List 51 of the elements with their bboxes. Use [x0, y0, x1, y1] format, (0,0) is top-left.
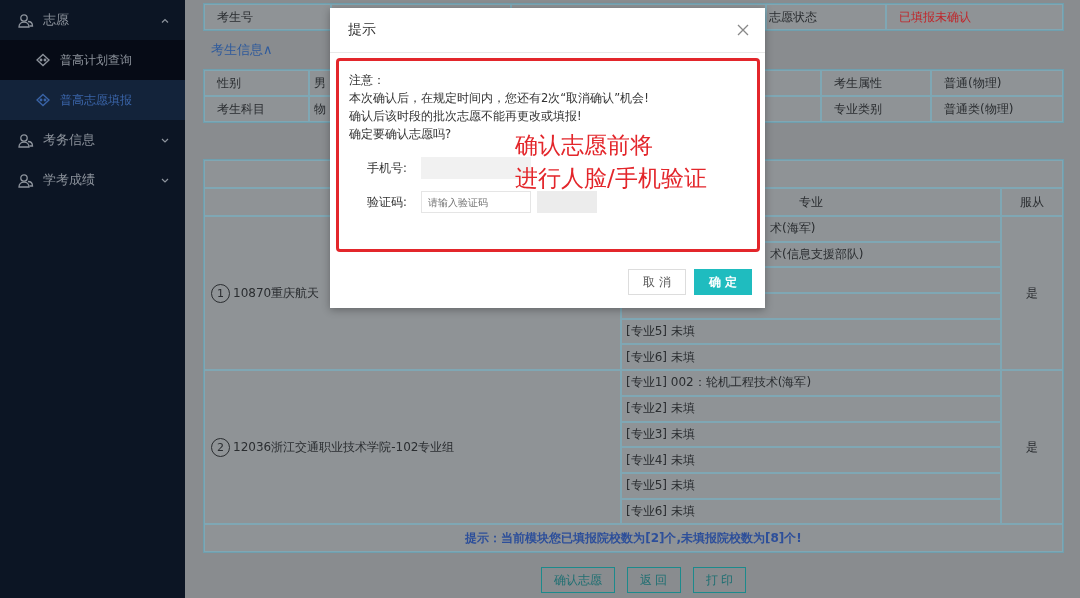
- sidebar-subitem[interactable]: 普高志愿填报: [0, 80, 185, 120]
- user-icon: [18, 12, 34, 28]
- table-cell: [专业3] 未填: [621, 421, 1001, 448]
- table-cell: 考生属性: [821, 70, 931, 96]
- table-cell: 普通类(物理): [931, 96, 1063, 122]
- field-label: 验证码:: [367, 194, 408, 210]
- table-cell: 已填报未确认: [886, 4, 1063, 30]
- school-name: 10870重庆航天: [233, 284, 320, 302]
- table-cell: 志愿状态: [766, 4, 886, 30]
- captcha-field[interactable]: 请输入验证码: [421, 191, 531, 213]
- chevron-up-icon: [161, 17, 169, 23]
- table-cell: [专业5] 未填: [621, 318, 1001, 345]
- table-cell: [专业5] 未填: [621, 472, 1001, 499]
- close-button[interactable]: [737, 24, 749, 36]
- action-button[interactable]: 返 回: [626, 567, 681, 594]
- face-icon: [36, 53, 50, 67]
- table-cell: [专业2] 未填: [621, 395, 1001, 422]
- confirm-button[interactable]: 确 定: [693, 269, 752, 295]
- sidebar-item[interactable]: 志愿: [0, 0, 185, 40]
- table-cell: 是: [1001, 216, 1063, 371]
- sidebar-item[interactable]: 考务信息: [0, 120, 185, 160]
- table-cell: 专业类别: [821, 96, 931, 122]
- user-icon: [18, 132, 34, 148]
- action-button[interactable]: 打 印: [692, 567, 747, 594]
- table-cell: [专业4] 未填: [621, 447, 1001, 473]
- cancel-button[interactable]: 取 消: [628, 269, 686, 295]
- face-icon: [36, 93, 50, 107]
- message-text: 确定要确认志愿吗?: [349, 126, 452, 143]
- user-icon: [18, 172, 34, 188]
- close-icon: [737, 24, 749, 36]
- annotation-text: 确认志愿前将: [515, 131, 654, 160]
- table-cell: 是: [1001, 370, 1063, 525]
- sidebar-item[interactable]: 学考成绩: [0, 160, 185, 200]
- table-cell: 考生号: [204, 4, 331, 30]
- table-cell: 考生科目: [204, 96, 309, 122]
- table-cell: 普通(物理): [931, 70, 1063, 96]
- info-toggle-link[interactable]: 考生信息∧: [211, 41, 273, 59]
- chevron-down-icon: [161, 177, 169, 183]
- chevron-down-icon: [161, 137, 169, 143]
- sidebar-subitem[interactable]: 普高计划查询: [0, 40, 185, 80]
- dialog-title: 提示: [348, 21, 376, 39]
- hint-text: 提示：当前模块您已填报院校数为[2]个,未填报院校数为[8]个!: [204, 524, 1063, 553]
- table-cell: [专业6] 未填: [621, 344, 1001, 371]
- table-header: 服从: [1001, 188, 1063, 216]
- table-cell: 性别: [204, 70, 309, 96]
- school-name: 12036浙江交通职业技术学院-102专业组: [233, 438, 455, 456]
- table-cell: [专业6] 未填: [621, 498, 1001, 525]
- field-label: 手机号:: [367, 160, 408, 176]
- table-cell: [专业1] 002：轮机工程技术(海军): [621, 370, 1001, 396]
- message-text: 注意：: [349, 72, 385, 89]
- action-button[interactable]: 确认志愿: [540, 567, 615, 594]
